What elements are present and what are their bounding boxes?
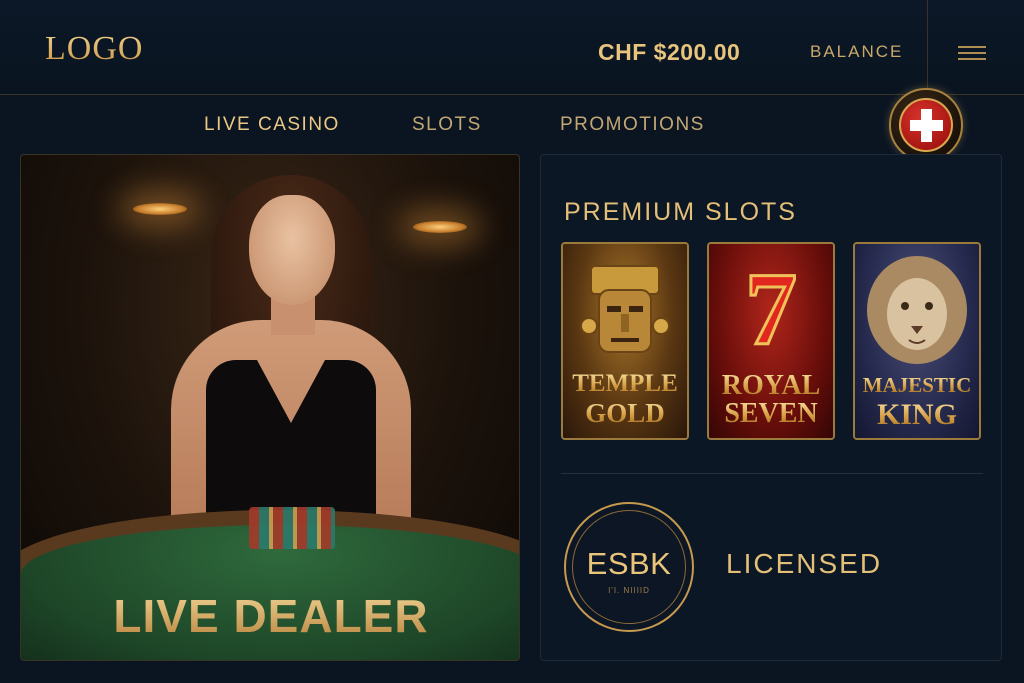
- balance-label[interactable]: BALANCE: [810, 42, 903, 62]
- live-dealer-title: LIVE DEALER: [21, 589, 519, 643]
- header-divider: [927, 0, 928, 95]
- hamburger-menu-icon[interactable]: [950, 38, 992, 68]
- esbk-seal: ESBK I'I. NIIIID: [564, 502, 694, 632]
- slot-name-line2: KING: [855, 399, 979, 431]
- slot-name-line1: MAJESTIC: [855, 374, 979, 396]
- section-divider: [561, 473, 983, 474]
- slot-name-line2: SEVEN: [709, 399, 833, 429]
- balance-amount: CHF $200.00: [598, 39, 741, 65]
- licensed-label: LICENSED: [726, 548, 883, 579]
- slot-name-line2: GOLD: [563, 399, 687, 428]
- ceiling-lamp: [413, 221, 467, 233]
- live-dealer-card[interactable]: LIVE DEALER: [20, 154, 520, 661]
- slot-card-temple-gold[interactable]: TEMPLE GOLD: [561, 242, 689, 440]
- nav-slots[interactable]: SLOTS: [412, 114, 482, 136]
- top-header: LOGO CHF $200.00 BALANCE: [0, 0, 1024, 95]
- seven-symbol: 7: [744, 252, 799, 367]
- nav-promotions[interactable]: PROMOTIONS: [560, 114, 705, 136]
- swiss-cross-icon: [899, 98, 953, 152]
- dealer-face: [249, 195, 335, 305]
- ceiling-lamp: [133, 203, 187, 215]
- slot-name-line1: ROYAL: [709, 371, 833, 401]
- main-nav: LIVE CASINO SLOTS PROMOTIONS: [0, 100, 1024, 150]
- esbk-subtext: I'I. NIIIID: [608, 586, 650, 595]
- esbk-text: ESBK: [586, 546, 672, 581]
- swiss-cross-badge[interactable]: [889, 88, 963, 162]
- premium-slots-panel: PREMIUM SLOTS TEMPLE GOLD 7 ROYAL SEVEN: [540, 154, 1002, 661]
- slot-card-majestic-king[interactable]: MAJESTIC KING: [853, 242, 981, 440]
- slot-name-line1: TEMPLE: [563, 370, 687, 397]
- premium-slots-title: PREMIUM SLOTS: [564, 198, 797, 226]
- logo[interactable]: LOGO: [45, 30, 143, 68]
- nav-live-casino[interactable]: LIVE CASINO: [204, 114, 340, 136]
- chip-stack: [249, 507, 335, 549]
- slot-card-royal-seven[interactable]: 7 ROYAL SEVEN: [707, 242, 835, 440]
